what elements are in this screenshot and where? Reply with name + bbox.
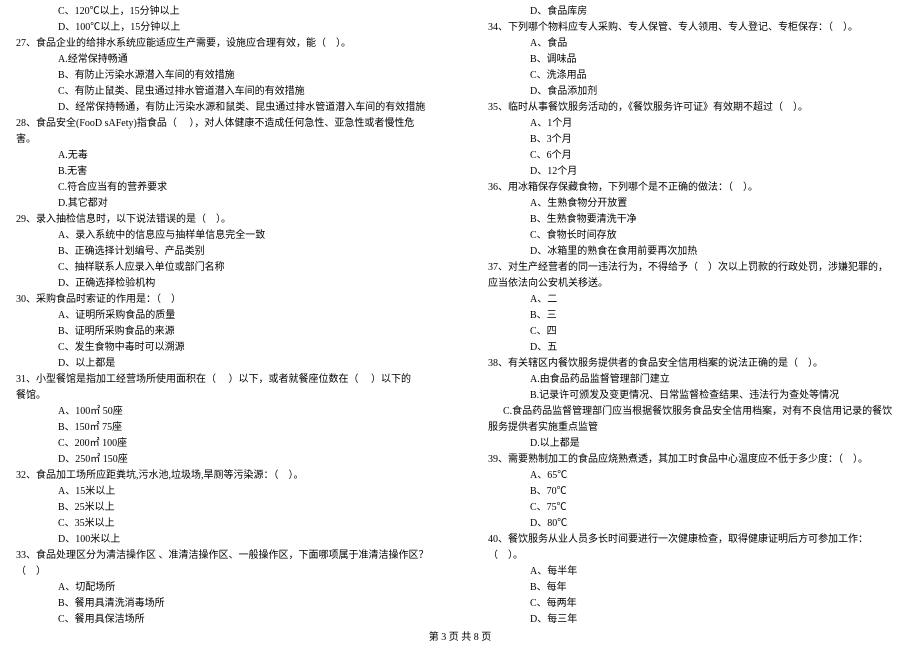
- question-text: 39、需要熟制加工的食品应烧熟煮透，其加工时食品中心温度应不低于多少度：（ ）。: [488, 452, 904, 468]
- question-text: 35、临时从事餐饮服务活动的，《餐饮服务许可证》有效期不超过（ ）。: [488, 100, 904, 116]
- question-text: 37、对生产经营者的同一违法行为，不得给予（ ）次以上罚款的行政处罚，涉嫌犯罪的…: [488, 260, 904, 276]
- answer-option: A、二: [488, 292, 904, 308]
- answer-option: A.经常保持畅通: [16, 52, 432, 68]
- answer-option: D、经常保持畅通，有防止污染水源和鼠类、昆虫通过排水管道潜入车间的有效措施: [16, 100, 432, 116]
- question-text: 29、录入抽检信息时，以下说法错误的是（ ）。: [16, 212, 432, 228]
- answer-option: A、录入系统中的信息应与抽样单信息完全一致: [16, 228, 432, 244]
- answer-option: D、100℃以上，15分钟以上: [16, 20, 432, 36]
- answer-option: A、证明所采购食品的质量: [16, 308, 432, 324]
- answer-option: D、正确选择检验机构: [16, 276, 432, 292]
- answer-option: B、25米以上: [16, 500, 432, 516]
- answer-option: C、四: [488, 324, 904, 340]
- answer-option: D、食品库房: [488, 4, 904, 20]
- answer-option: C、75℃: [488, 500, 904, 516]
- answer-option: A、切配场所: [16, 580, 432, 596]
- question-text: 害。: [16, 132, 432, 148]
- answer-option: D、250㎡ 150座: [16, 452, 432, 468]
- answer-option: B、150㎡ 75座: [16, 420, 432, 436]
- answer-option: A、生熟食物分开放置: [488, 196, 904, 212]
- answer-option: B、三: [488, 308, 904, 324]
- answer-option: B、每年: [488, 580, 904, 596]
- answer-option: C、120℃以上，15分钟以上: [16, 4, 432, 20]
- answer-option: C、洗涤用品: [488, 68, 904, 84]
- answer-option: D、80℃: [488, 516, 904, 532]
- question-text: 应当依法向公安机关移送。: [488, 276, 904, 292]
- left-column: C、120℃以上，15分钟以上D、100℃以上，15分钟以上27、食品企业的给排…: [0, 4, 460, 624]
- question-text: 28、食品安全(FooD sAFety)指食品（ ），对人体健康不造成任何急性、…: [16, 116, 432, 132]
- answer-option: B、3个月: [488, 132, 904, 148]
- answer-option: C、有防止鼠类、昆虫通过排水管道潜入车间的有效措施: [16, 84, 432, 100]
- question-text: 33、食品处理区分为清洁操作区 、准清洁操作区、一般操作区，下面哪项属于准清洁操…: [16, 548, 432, 564]
- question-text: 31、小型餐馆是指加工经营场所使用面积在（ ）以下，或者就餐座位数在（ ）以下的: [16, 372, 432, 388]
- answer-option: B.记录许可颁发及变更情况、日常监督检查结果、违法行为查处等情况: [488, 388, 904, 404]
- answer-option: B、正确选择计划编号、产品类别: [16, 244, 432, 260]
- answer-option: A、100㎡ 50座: [16, 404, 432, 420]
- document-page: C、120℃以上，15分钟以上D、100℃以上，15分钟以上27、食品企业的给排…: [0, 4, 920, 624]
- question-text: 36、用冰箱保存保藏食物，下列哪个是不正确的做法：（ ）。: [488, 180, 904, 196]
- question-text: 服务提供者实施重点监管: [488, 420, 904, 436]
- answer-option: C、餐用具保洁场所: [16, 612, 432, 628]
- question-text: C.食品药品监督管理部门应当根据餐饮服务食品安全信用档案，对有不良信用记录的餐饮: [488, 404, 904, 420]
- answer-option: C、35米以上: [16, 516, 432, 532]
- answer-option: B、生熟食物要清洗干净: [488, 212, 904, 228]
- answer-option: D、每三年: [488, 612, 904, 628]
- answer-option: A、1个月: [488, 116, 904, 132]
- question-text: 27、食品企业的给排水系统应能适应生产需要，设施应合理有效，能（ ）。: [16, 36, 432, 52]
- answer-option: D.以上都是: [488, 436, 904, 452]
- answer-option: D、以上都是: [16, 356, 432, 372]
- right-column: D、食品库房34、下列哪个物料应专人采购、专人保管、专人领用、专人登记、专柜保存…: [460, 4, 920, 624]
- answer-option: B、有防止污染水源潜入车间的有效措施: [16, 68, 432, 84]
- answer-option: C、每两年: [488, 596, 904, 612]
- answer-option: C.符合应当有的营养要求: [16, 180, 432, 196]
- answer-option: D、五: [488, 340, 904, 356]
- question-text: 34、下列哪个物料应专人采购、专人保管、专人领用、专人登记、专柜保存：（ ）。: [488, 20, 904, 36]
- answer-option: B、餐用具清洗消毒场所: [16, 596, 432, 612]
- answer-option: A、每半年: [488, 564, 904, 580]
- answer-option: C、抽样联系人应录入单位或部门名称: [16, 260, 432, 276]
- answer-option: B、调味品: [488, 52, 904, 68]
- question-text: 32、食品加工场所应距粪坑,污水池,垃圾场,旱厕等污染源：（ ）。: [16, 468, 432, 484]
- answer-option: C、6个月: [488, 148, 904, 164]
- answer-option: D、100米以上: [16, 532, 432, 548]
- question-text: 40、餐饮服务从业人员多长时间要进行一次健康检查，取得健康证明后方可参加工作：: [488, 532, 904, 548]
- answer-option: D、食品添加剂: [488, 84, 904, 100]
- answer-option: C、食物长时间存放: [488, 228, 904, 244]
- answer-option: C、发生食物中毒时可以溯源: [16, 340, 432, 356]
- question-text: 餐馆。: [16, 388, 432, 404]
- answer-option: B、70℃: [488, 484, 904, 500]
- answer-option: B.无害: [16, 164, 432, 180]
- question-text: （ ）。: [488, 548, 904, 564]
- question-text: 38、有关辖区内餐饮服务提供者的食品安全信用档案的说法正确的是（ ）。: [488, 356, 904, 372]
- answer-option: A.无毒: [16, 148, 432, 164]
- answer-option: D、12个月: [488, 164, 904, 180]
- answer-option: D、冰箱里的熟食在食用前要再次加热: [488, 244, 904, 260]
- answer-option: A、食品: [488, 36, 904, 52]
- answer-option: B、证明所采购食品的来源: [16, 324, 432, 340]
- answer-option: D.其它都对: [16, 196, 432, 212]
- question-text: （ ）: [16, 564, 432, 580]
- answer-option: A、15米以上: [16, 484, 432, 500]
- answer-option: A.由食品药品监督管理部门建立: [488, 372, 904, 388]
- answer-option: A、65℃: [488, 468, 904, 484]
- question-text: 30、采购食品时索证的作用是：（ ）: [16, 292, 432, 308]
- answer-option: C、200㎡ 100座: [16, 436, 432, 452]
